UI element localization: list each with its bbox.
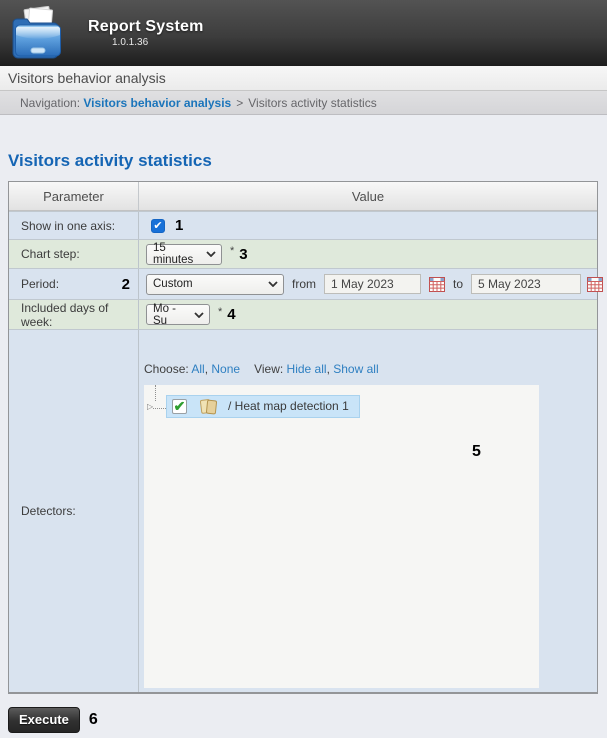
tree-item-checkbox[interactable]: ✔: [172, 397, 187, 414]
view-label: View:: [254, 362, 287, 376]
app-title: Report System: [88, 18, 204, 35]
column-header-parameter: Parameter: [9, 182, 139, 210]
param-cell-period: Period: 2: [9, 269, 139, 299]
footer-actions: Execute 6: [8, 707, 607, 733]
row-show-in-one-axis: Show in one axis: ✔ 1: [9, 211, 597, 239]
tree-dotted-line: [153, 408, 166, 409]
row-included-days: Included days of week: Mo - Su * 4: [9, 299, 597, 329]
annotation-6: 6: [88, 711, 98, 728]
app-version: 1.0.1.36: [112, 37, 149, 48]
choose-label: Choose:: [144, 362, 192, 376]
breadcrumb-link-visitors-behavior-analysis[interactable]: Visitors behavior analysis: [83, 96, 231, 110]
tree-node-heat-map-detection: ▷ ✔ / Heat map detection 1: [144, 385, 539, 419]
row-chart-step: Chart step: 15 minutes * 3: [9, 239, 597, 268]
execute-button[interactable]: Execute: [8, 707, 80, 733]
value-cell-detectors: Choose: All, None View: Hide all, Show al…: [139, 330, 597, 692]
section-title: Visitors behavior analysis: [8, 70, 166, 86]
to-label: to: [453, 277, 464, 291]
tree-item-label: / Heat map detection 1: [228, 399, 349, 413]
check-icon: ✔: [153, 219, 163, 232]
calendar-icon[interactable]: [587, 276, 604, 292]
param-label-detectors: Detectors:: [9, 330, 139, 692]
required-asterisk: *: [218, 305, 223, 318]
from-label: from: [292, 277, 316, 291]
chevron-down-icon: [268, 281, 278, 287]
days-of-week-select[interactable]: Mo - Su: [146, 302, 210, 327]
param-label-chart-step: Chart step:: [9, 240, 139, 268]
annotation-1: 1: [175, 217, 184, 234]
show-in-one-axis-checkbox[interactable]: ✔: [151, 218, 165, 233]
annotation-2: 2: [121, 275, 130, 293]
choose-all-link[interactable]: All: [191, 362, 204, 376]
date-to-input[interactable]: [471, 274, 582, 294]
period-select[interactable]: Custom: [146, 273, 284, 295]
chevron-down-icon: [194, 311, 204, 318]
required-asterisk: *: [230, 245, 235, 257]
parameters-table: Parameter Value Show in one axis: ✔ 1 Ch…: [8, 181, 604, 694]
page-title: Visitors activity statistics: [8, 151, 212, 170]
app-title-block: Report System 1.0.1.36: [88, 18, 204, 48]
report-folder-icon: [12, 5, 64, 62]
row-detectors: Detectors: Choose: All, None View: Hide a…: [9, 329, 597, 692]
main-content: Visitors activity statistics Parameter V…: [0, 151, 607, 733]
days-of-week-selected-value: Mo - Su: [153, 302, 176, 327]
choose-none-link[interactable]: None: [211, 362, 240, 376]
chart-step-select[interactable]: 15 minutes: [146, 242, 222, 266]
breadcrumb: Navigation: Visitors behavior analysis >…: [0, 91, 607, 115]
param-label-included-days: Included days of week:: [9, 300, 139, 329]
chart-step-selected-value: 15 minutes: [153, 242, 194, 266]
detectors-actions: Choose: All, None View: Hide all, Show al…: [144, 362, 597, 376]
tree-gutter: ▷: [147, 385, 166, 419]
tree-item-heat-map-detection[interactable]: ✔ / Heat map detection 1: [166, 394, 360, 418]
value-cell-show-in-one-axis: ✔ 1: [139, 212, 597, 239]
value-cell-chart-step: 15 minutes * 3: [139, 240, 597, 268]
table-header-row: Parameter Value: [9, 182, 597, 211]
value-cell-period: Custom from 1 May 2023 to 5 May 2023: [139, 269, 604, 299]
tree-dotted-line: [155, 385, 156, 401]
param-label-period: Period:: [21, 277, 60, 291]
view-show-all-link[interactable]: Show all: [333, 362, 378, 376]
column-header-value: Value: [351, 188, 385, 204]
folder-icon: [199, 398, 218, 415]
view-hide-all-link[interactable]: Hide all: [287, 362, 327, 376]
chevron-down-icon: [206, 251, 216, 257]
period-selected-value: Custom: [153, 278, 193, 290]
tree-expander-icon[interactable]: ▷: [147, 402, 153, 411]
param-label-show-in-one-axis: Show in one axis:: [9, 212, 139, 239]
calendar-icon[interactable]: [429, 276, 445, 292]
detectors-tree-panel: ▷ ✔ / Heat map detection 1 5: [144, 385, 539, 688]
annotation-3: 3: [239, 245, 248, 263]
check-icon: ✔: [173, 397, 186, 414]
annotation-5: 5: [472, 443, 481, 460]
row-period: Period: 2 Custom from 1 May 2023 to 5 Ma…: [9, 268, 604, 299]
date-from-input[interactable]: [324, 274, 421, 294]
annotation-4: 4: [227, 306, 236, 323]
section-title-bar: Visitors behavior analysis: [0, 66, 607, 91]
breadcrumb-separator: >: [236, 95, 244, 110]
breadcrumb-label: Navigation:: [20, 95, 84, 110]
app-window: Report System 1.0.1.36 Visitors behavior…: [0, 0, 607, 733]
breadcrumb-current-page: Visitors activity statistics: [248, 95, 377, 110]
app-header: Report System 1.0.1.36: [0, 0, 607, 66]
value-cell-included-days: Mo - Su * 4: [139, 300, 597, 329]
